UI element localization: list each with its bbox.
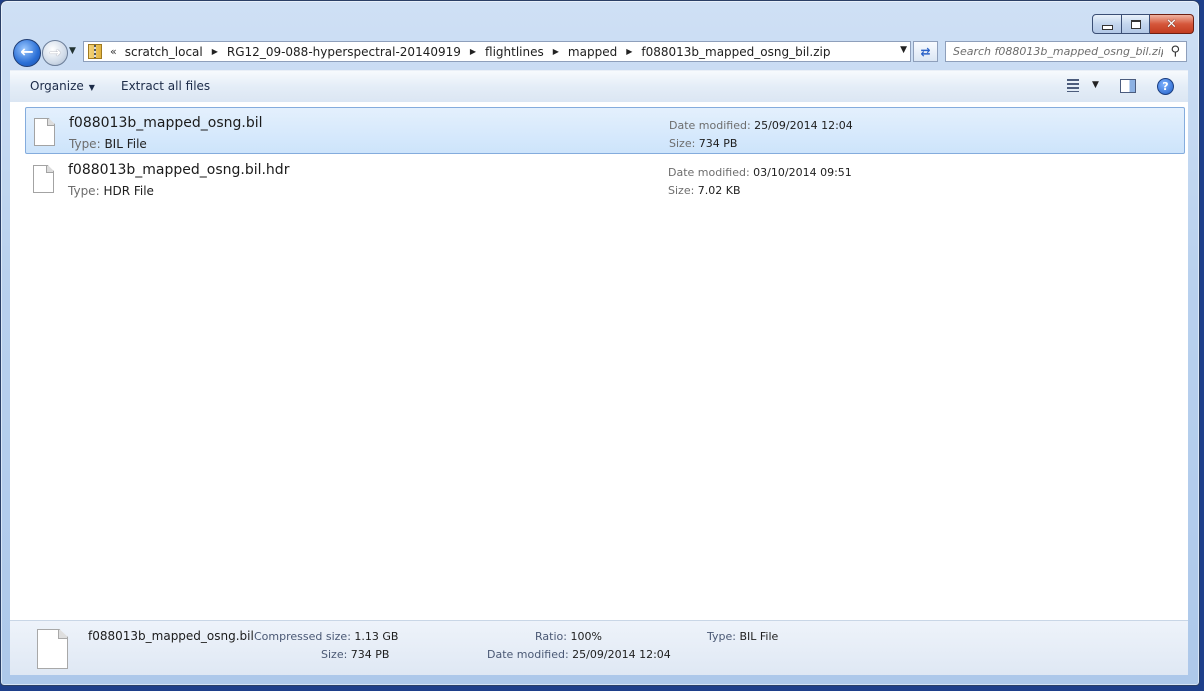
- file-row[interactable]: f088013b_mapped_osng.bil Type: BIL File …: [25, 107, 1185, 154]
- breadcrumb-chevron-icon[interactable]: ▶: [212, 47, 218, 56]
- organize-button[interactable]: Organize ▼: [30, 79, 95, 93]
- explorer-window: ✕ ← → ▼ « scratch_local ▶ RG12_09-088-hy…: [0, 0, 1200, 686]
- extract-all-button[interactable]: Extract all files: [121, 79, 210, 93]
- details-file-name: f088013b_mapped_osng.bil: [88, 629, 254, 643]
- file-date-modified: Date modified: 25/09/2014 12:04: [669, 119, 853, 132]
- details-ratio: Ratio: 100%: [535, 630, 602, 643]
- file-name: f088013b_mapped_osng.bil: [69, 115, 263, 131]
- breadcrumb-item[interactable]: flightlines: [485, 45, 544, 59]
- back-button[interactable]: ←: [13, 39, 41, 67]
- recent-pages-dropdown[interactable]: ▼: [69, 46, 76, 56]
- search-box[interactable]: ⚲: [945, 41, 1187, 62]
- breadcrumb-overflow[interactable]: «: [110, 45, 117, 58]
- zip-folder-icon: [88, 44, 102, 59]
- details-date-modified: Date modified: 25/09/2014 12:04: [487, 648, 671, 661]
- details-size: Size: 734 PB: [321, 648, 390, 661]
- search-input[interactable]: [953, 45, 1163, 58]
- view-options-dropdown-icon[interactable]: ▼: [1092, 80, 1099, 90]
- file-type: Type: BIL File: [69, 137, 147, 151]
- details-type: Type: BIL File: [707, 630, 779, 643]
- refresh-button[interactable]: ⇄: [913, 41, 938, 62]
- preview-pane-icon[interactable]: [1120, 79, 1136, 93]
- organize-label: Organize: [30, 79, 84, 93]
- view-options-icon[interactable]: [1067, 79, 1079, 92]
- search-icon[interactable]: ⚲: [1170, 44, 1180, 59]
- address-bar[interactable]: « scratch_local ▶ RG12_09-088-hyperspect…: [83, 41, 911, 62]
- caption-buttons: ✕: [1092, 14, 1194, 34]
- arrow-right-icon: →: [49, 45, 61, 61]
- close-button[interactable]: ✕: [1150, 14, 1194, 34]
- details-pane: f088013b_mapped_osng.bil Compressed size…: [10, 621, 1188, 675]
- minimize-button[interactable]: [1092, 14, 1122, 34]
- breadcrumb-item[interactable]: RG12_09-088-hyperspectral-20140919: [227, 45, 461, 59]
- breadcrumb-item[interactable]: mapped: [568, 45, 617, 59]
- chevron-down-icon: ▼: [69, 46, 76, 56]
- breadcrumb-chevron-icon[interactable]: ▶: [470, 47, 476, 56]
- file-size: Size: 734 PB: [669, 137, 738, 150]
- minimize-icon: [1101, 24, 1113, 30]
- file-list: f088013b_mapped_osng.bil Type: BIL File …: [10, 102, 1188, 621]
- breadcrumb-item[interactable]: scratch_local: [125, 45, 203, 59]
- file-date-modified: Date modified: 03/10/2014 09:51: [668, 166, 852, 179]
- forward-button[interactable]: →: [42, 40, 68, 66]
- refresh-icon: ⇄: [920, 44, 931, 59]
- file-type: Type: HDR File: [68, 184, 154, 198]
- file-name: f088013b_mapped_osng.bil.hdr: [68, 162, 290, 178]
- help-icon[interactable]: ?: [1157, 78, 1174, 95]
- file-row[interactable]: f088013b_mapped_osng.bil.hdr Type: HDR F…: [25, 155, 1185, 202]
- command-bar: Organize ▼ Extract all files ▼ ?: [10, 70, 1188, 103]
- details-compressed-size: Compressed size: 1.13 GB: [254, 630, 399, 643]
- breadcrumb-chevron-icon[interactable]: ▶: [553, 47, 559, 56]
- file-icon: [34, 118, 55, 146]
- close-icon: ✕: [1166, 16, 1177, 32]
- breadcrumb-chevron-icon[interactable]: ▶: [626, 47, 632, 56]
- address-dropdown-icon[interactable]: ▼: [900, 45, 907, 55]
- maximize-button[interactable]: [1122, 14, 1150, 34]
- file-icon: [33, 165, 54, 193]
- maximize-icon: [1130, 19, 1141, 29]
- chevron-down-icon: ▼: [88, 83, 95, 92]
- breadcrumb-item[interactable]: f088013b_mapped_osng_bil.zip: [641, 45, 830, 59]
- file-icon: [37, 629, 68, 669]
- file-size: Size: 7.02 KB: [668, 184, 741, 197]
- arrow-left-icon: ←: [20, 42, 34, 61]
